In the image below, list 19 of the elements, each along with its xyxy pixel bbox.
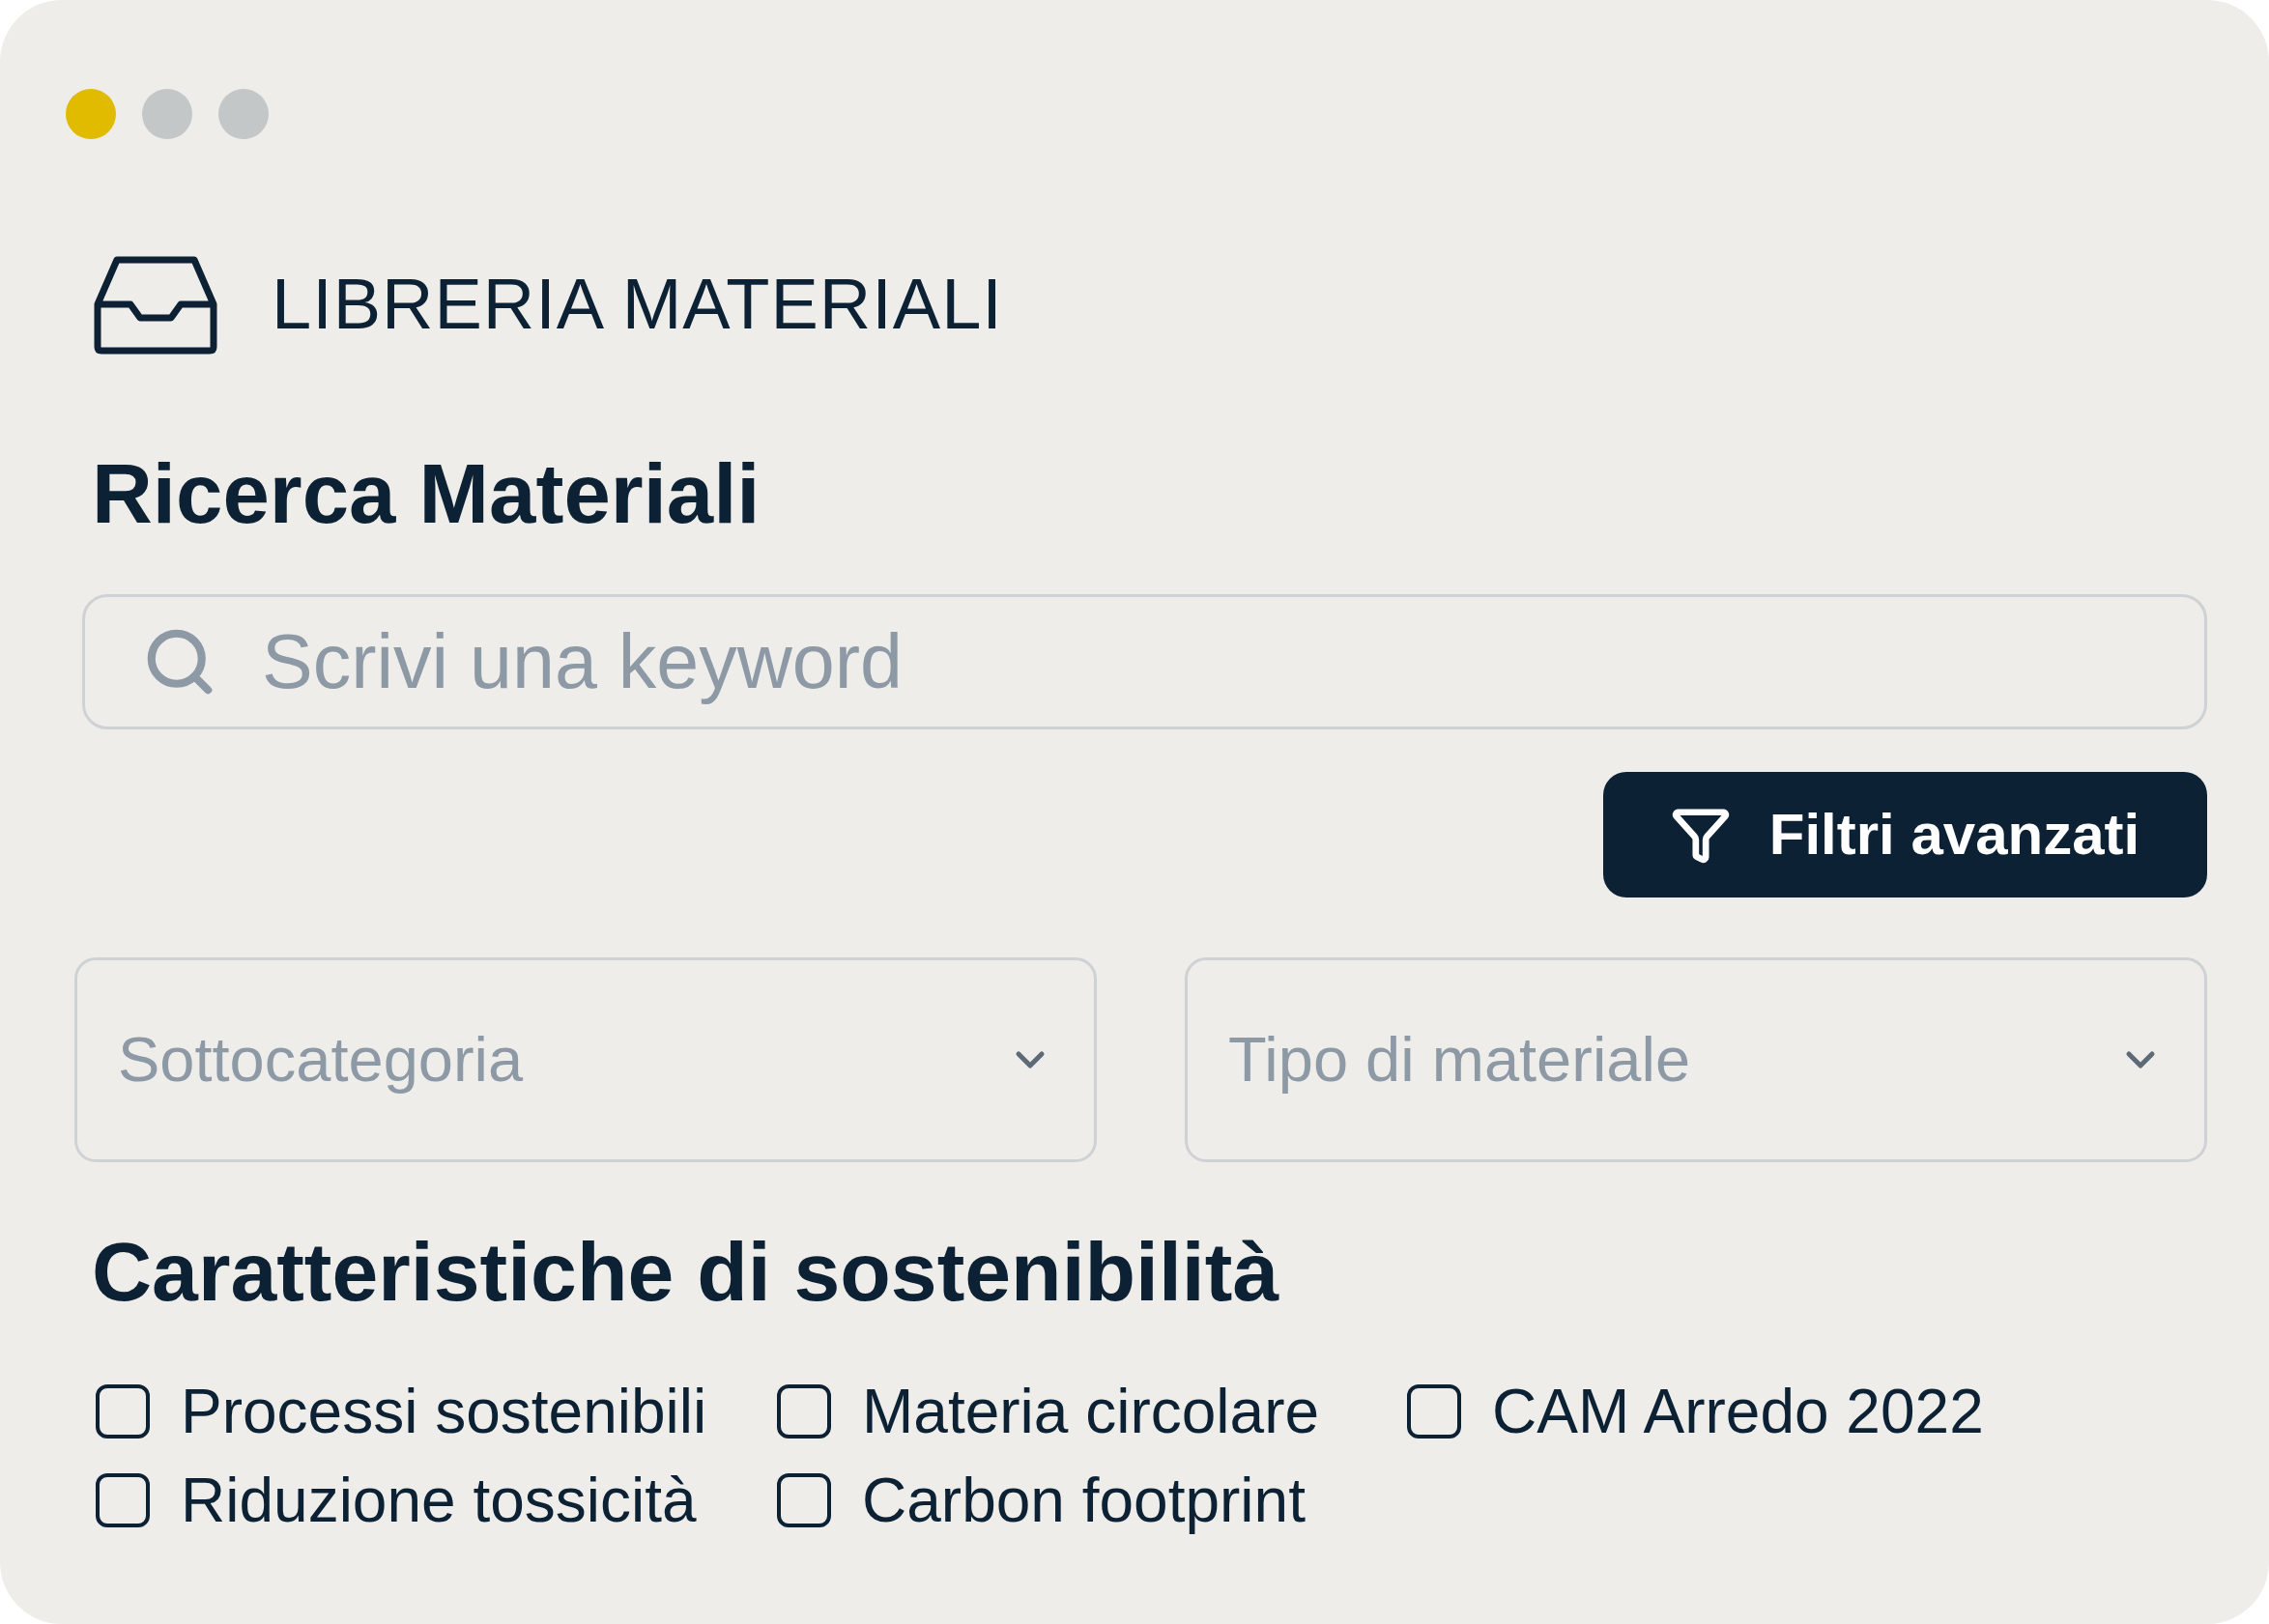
checkbox[interactable] — [777, 1384, 831, 1439]
checkbox-option[interactable]: Processi sostenibili — [96, 1381, 777, 1442]
checkbox-option[interactable]: Materia circolare — [777, 1381, 1407, 1442]
checkbox-label: Riduzione tossicità — [181, 1469, 697, 1531]
search-field[interactable]: Scrivi una keyword — [82, 594, 2207, 729]
section-heading: Ricerca Materiali — [92, 451, 761, 535]
checkbox[interactable] — [777, 1473, 831, 1527]
checkbox[interactable] — [1407, 1384, 1461, 1439]
advanced-filters-button[interactable]: Filtri avanzati — [1603, 772, 2207, 897]
section-heading: Caratteristiche di sostenibilità — [92, 1230, 1279, 1313]
checkbox-label: CAM Arredo 2022 — [1492, 1381, 1984, 1442]
checkbox-label: Processi sostenibili — [181, 1381, 707, 1442]
inbox-tray-icon — [94, 254, 217, 355]
checkbox[interactable] — [96, 1384, 150, 1439]
checkbox-option[interactable]: CAM Arredo 2022 — [1407, 1381, 2207, 1442]
app-title: LIBRERIA MATERIALI — [272, 269, 1003, 340]
checkbox[interactable] — [96, 1473, 150, 1527]
checkbox-label: Materia circolare — [862, 1381, 1320, 1442]
checkbox-option[interactable]: Riduzione tossicità — [96, 1469, 777, 1531]
